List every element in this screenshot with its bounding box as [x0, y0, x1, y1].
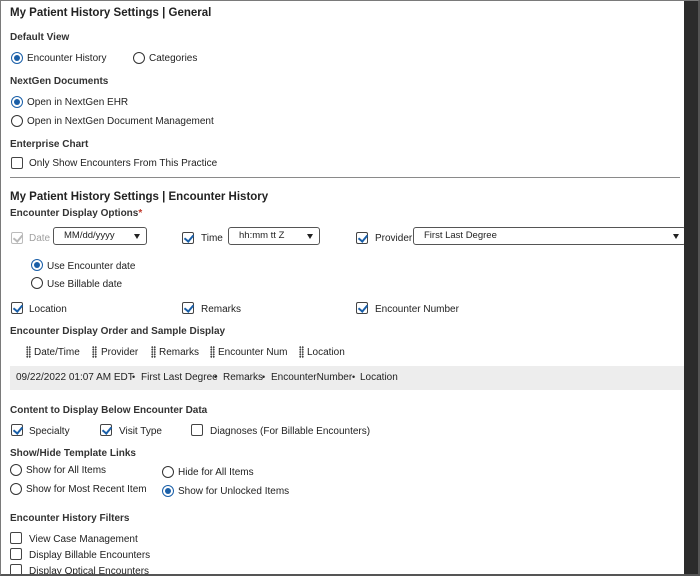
visit-type-label: Visit Type: [119, 426, 162, 437]
remarks-checkbox[interactable]: [182, 302, 194, 314]
sample-location: Location: [360, 372, 398, 383]
show-for-all-items-label: Show for All Items: [26, 465, 107, 476]
use-billable-date-label: Use Billable date: [47, 279, 123, 290]
content-below-heading: Content to Display Below Encounter Data: [10, 405, 208, 416]
date-format-select[interactable]: MM/dd/yyyy: [53, 227, 147, 245]
show-for-most-recent-label: Show for Most Recent Item: [26, 484, 147, 495]
view-case-management-checkbox[interactable]: [10, 532, 22, 544]
display-billable-encounters-label: Display Billable Encounters: [29, 550, 151, 561]
sample-separator: •: [352, 372, 356, 382]
sample-separator: •: [214, 372, 218, 382]
order-item-provider[interactable]: Provider: [101, 347, 138, 358]
default-view-encounter-history-radio[interactable]: [11, 52, 23, 64]
drag-handle-icon[interactable]: [26, 346, 31, 358]
chevron-down-icon: [673, 234, 679, 239]
visit-type-checkbox[interactable]: [100, 424, 112, 436]
template-links-heading: Show/Hide Template Links: [10, 448, 136, 459]
sample-display: 09/22/2022 01:07 AM EDT • First Last Deg…: [10, 366, 686, 390]
open-in-nextgen-ehr-label: Open in NextGen EHR: [27, 97, 129, 108]
diagnoses-checkbox[interactable]: [191, 424, 203, 436]
display-billable-encounters-checkbox[interactable]: [10, 548, 22, 560]
location-checkbox[interactable]: [11, 302, 23, 314]
sample-encounter-number: EncounterNumber: [271, 372, 353, 383]
encounter-history-section-title: My Patient History Settings | Encounter …: [10, 191, 269, 203]
time-label: Time: [201, 233, 223, 244]
time-format-value: hh:mm tt Z: [239, 230, 285, 241]
encounter-number-label: Encounter Number: [375, 304, 459, 315]
required-mark: *: [138, 208, 143, 219]
default-view-categories-radio[interactable]: [133, 52, 145, 64]
drag-handle-icon[interactable]: [151, 346, 156, 358]
show-for-all-items-radio[interactable]: [10, 464, 22, 476]
drag-handle-icon[interactable]: [210, 346, 215, 358]
order-item-datetime[interactable]: Date/Time: [34, 347, 80, 358]
default-view-encounter-history-label: Encounter History: [27, 53, 107, 64]
date-checkbox[interactable]: [11, 232, 23, 244]
provider-label: Provider: [375, 233, 413, 244]
hide-for-all-items-label: Hide for All Items: [178, 467, 254, 478]
hide-for-all-items-radio[interactable]: [162, 466, 174, 478]
default-view-categories-label: Categories: [149, 53, 198, 64]
order-item-remarks[interactable]: Remarks: [159, 347, 199, 358]
encounter-display-options-heading: Encounter Display Options*: [10, 208, 142, 219]
sample-remarks: Remarks: [223, 372, 264, 383]
sample-separator: •: [262, 372, 266, 382]
section-divider: [10, 177, 680, 178]
use-encounter-date-label: Use Encounter date: [47, 261, 136, 272]
location-label: Location: [29, 304, 67, 315]
filters-heading: Encounter History Filters: [10, 513, 130, 524]
provider-checkbox[interactable]: [356, 232, 368, 244]
view-case-management-label: View Case Management: [29, 534, 138, 545]
scrollbar[interactable]: [684, 1, 698, 574]
encounter-display-options-label: Encounter Display Options: [10, 208, 139, 219]
drag-handle-icon[interactable]: [299, 346, 304, 358]
open-in-document-management-radio[interactable]: [11, 115, 23, 127]
use-billable-date-radio[interactable]: [31, 277, 43, 289]
default-view-heading: Default View: [10, 32, 70, 43]
only-show-practice-encounters-label: Only Show Encounters From This Practice: [29, 158, 218, 169]
settings-panel: My Patient History Settings | General De…: [0, 0, 700, 576]
only-show-practice-encounters-checkbox[interactable]: [11, 157, 23, 169]
drag-handle-icon[interactable]: [92, 346, 97, 358]
encounter-number-checkbox[interactable]: [356, 302, 368, 314]
use-encounter-date-radio[interactable]: [31, 259, 43, 271]
general-section-title: My Patient History Settings | General: [10, 7, 212, 19]
diagnoses-label: Diagnoses (For Billable Encounters): [210, 426, 371, 437]
sample-separator: •: [132, 372, 136, 382]
time-format-select[interactable]: hh:mm tt Z: [228, 227, 320, 245]
order-item-encounter-num[interactable]: Encounter Num: [218, 347, 287, 358]
specialty-checkbox[interactable]: [11, 424, 23, 436]
display-optical-encounters-label: Display Optical Encounters: [29, 566, 150, 576]
enterprise-chart-heading: Enterprise Chart: [10, 139, 89, 150]
show-for-unlocked-radio[interactable]: [162, 485, 174, 497]
provider-format-select[interactable]: First Last Degree: [413, 227, 686, 245]
display-optical-encounters-checkbox[interactable]: [10, 564, 22, 574]
show-for-most-recent-radio[interactable]: [10, 483, 22, 495]
open-in-nextgen-ehr-radio[interactable]: [11, 96, 23, 108]
open-in-document-management-label: Open in NextGen Document Management: [27, 116, 214, 127]
provider-format-value: First Last Degree: [424, 230, 497, 241]
order-item-location[interactable]: Location: [307, 347, 345, 358]
show-for-unlocked-label: Show for Unlocked Items: [178, 486, 290, 497]
date-label: Date: [29, 233, 51, 244]
date-format-value: MM/dd/yyyy: [64, 230, 115, 241]
nextgen-documents-heading: NextGen Documents: [10, 76, 109, 87]
chevron-down-icon: [134, 234, 140, 239]
chevron-down-icon: [307, 234, 313, 239]
time-checkbox[interactable]: [182, 232, 194, 244]
specialty-label: Specialty: [29, 426, 70, 437]
display-order-heading: Encounter Display Order and Sample Displ…: [10, 326, 226, 337]
remarks-label: Remarks: [201, 304, 242, 315]
sample-datetime: 09/22/2022 01:07 AM EDT: [16, 372, 134, 383]
sample-provider: First Last Degree: [141, 372, 218, 383]
